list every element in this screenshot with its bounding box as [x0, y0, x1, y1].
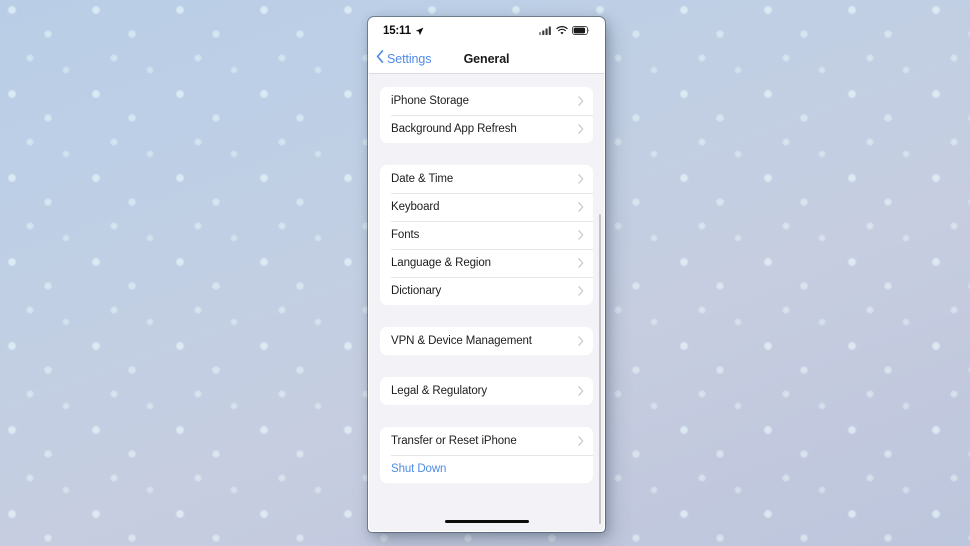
settings-group-legal: Legal & Regulatory — [380, 377, 593, 405]
list-item-label: Keyboard — [391, 201, 440, 213]
settings-group-localization: Date & Time Keyboard Fonts Language & Re… — [380, 165, 593, 305]
list-item-shut-down[interactable]: Shut Down — [380, 455, 593, 483]
vertical-scrollbar[interactable] — [598, 214, 601, 524]
settings-group-reset: Transfer or Reset iPhone Shut Down — [380, 427, 593, 483]
chevron-right-icon — [578, 336, 584, 346]
list-item-date-time[interactable]: Date & Time — [380, 165, 593, 193]
list-item-label: Legal & Regulatory — [391, 385, 488, 397]
list-item-dictionary[interactable]: Dictionary — [380, 277, 593, 305]
page-title: General — [463, 51, 510, 66]
settings-list[interactable]: iPhone Storage Background App Refresh Da… — [369, 74, 604, 531]
status-bar-clock: 15:11 — [383, 25, 411, 37]
list-item-iphone-storage[interactable]: iPhone Storage — [380, 87, 593, 115]
settings-group-storage: iPhone Storage Background App Refresh — [380, 87, 593, 143]
list-item-label: Language & Region — [391, 257, 491, 269]
settings-group-vpn: VPN & Device Management — [380, 327, 593, 355]
list-item-language-region[interactable]: Language & Region — [380, 249, 593, 277]
chevron-right-icon — [578, 258, 584, 268]
chevron-right-icon — [578, 202, 584, 212]
list-item-label: Shut Down — [391, 463, 447, 475]
list-item-label: iPhone Storage — [391, 95, 469, 107]
location-arrow-icon — [415, 27, 424, 36]
list-item-label: VPN & Device Management — [391, 335, 532, 347]
wifi-icon — [556, 22, 568, 40]
status-bar: 15:11 — [369, 18, 604, 44]
list-item-label: Fonts — [391, 229, 420, 241]
cellular-signal-icon — [539, 22, 552, 40]
list-item-label: Background App Refresh — [391, 123, 517, 135]
battery-icon — [572, 22, 590, 40]
list-item-keyboard[interactable]: Keyboard — [380, 193, 593, 221]
chevron-right-icon — [578, 286, 584, 296]
navigation-bar: Settings General — [369, 44, 604, 74]
chevron-right-icon — [578, 436, 584, 446]
status-bar-right — [539, 22, 590, 40]
chevron-right-icon — [578, 386, 584, 396]
list-item-transfer-or-reset-iphone[interactable]: Transfer or Reset iPhone — [380, 427, 593, 455]
chevron-right-icon — [578, 174, 584, 184]
desktop-background: 15:11 Settings General iPhone Storage Ba… — [0, 0, 970, 546]
chevron-right-icon — [578, 124, 584, 134]
list-item-background-app-refresh[interactable]: Background App Refresh — [380, 115, 593, 143]
chevron-right-icon — [578, 230, 584, 240]
home-indicator[interactable] — [444, 519, 529, 523]
list-item-legal-regulatory[interactable]: Legal & Regulatory — [380, 377, 593, 405]
list-item-label: Date & Time — [391, 173, 454, 185]
list-item-label: Dictionary — [391, 285, 442, 297]
chevron-right-icon — [578, 96, 584, 106]
iphone-screen: 15:11 Settings General iPhone Storage Ba… — [369, 18, 604, 531]
list-item-fonts[interactable]: Fonts — [380, 221, 593, 249]
list-item-label: Transfer or Reset iPhone — [391, 435, 517, 447]
iphone-device-frame: 15:11 Settings General iPhone Storage Ba… — [368, 17, 605, 532]
status-bar-left: 15:11 — [383, 25, 424, 37]
list-top-spacer — [369, 74, 604, 87]
list-item-vpn-device-management[interactable]: VPN & Device Management — [380, 327, 593, 355]
